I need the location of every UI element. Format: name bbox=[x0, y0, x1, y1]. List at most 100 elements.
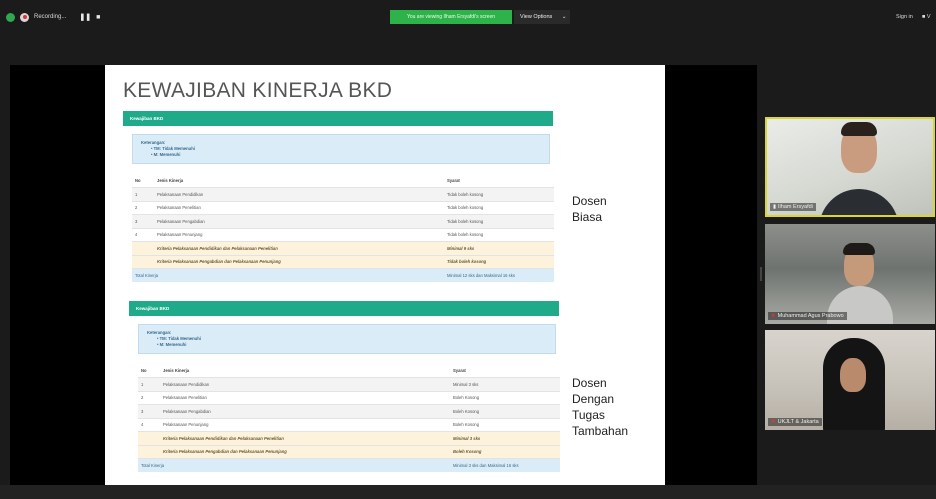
mic-on-icon: ▮ bbox=[773, 204, 777, 210]
side-label-dosen-biasa: Dosen Biasa bbox=[572, 193, 607, 225]
keterangan-box: Keterangan: • TM: Tidak Memenuhi • M: Me… bbox=[132, 134, 550, 164]
view-options-button[interactable]: View Options ⌄ bbox=[514, 10, 570, 24]
cell-no: 1 bbox=[138, 377, 160, 391]
cell-jenis: Pelaksanaan Penunjang bbox=[154, 227, 444, 242]
criteria-row: Kriteria Pelaksanaan Pendidikan dan Pela… bbox=[138, 431, 560, 445]
participant-video-tile[interactable]: ✕ UKJLT & Jakarta bbox=[765, 330, 935, 430]
cell-no: 2 bbox=[132, 200, 154, 215]
cell-no: 2 bbox=[138, 390, 160, 405]
table-row: 3 Pelaksanaan Pengabdian Tidak boleh kos… bbox=[132, 214, 554, 228]
view-options-label: View Options bbox=[520, 14, 553, 20]
panel-header: Kewajiban BKD bbox=[123, 111, 553, 126]
bkd-panel-dosen-biasa: Kewajiban BKD Keterangan: • TM: Tidak Me… bbox=[123, 111, 554, 282]
panel-resize-handle[interactable] bbox=[760, 267, 762, 281]
participant-name-tag: ▮ Ilham Ersyafdi bbox=[770, 203, 816, 211]
column-header-no: No bbox=[141, 368, 147, 373]
cell-jenis: Pelaksanaan Pengabdian bbox=[154, 214, 444, 228]
total-row: Total Kinerja Minimal 3 sks dan Maksimal… bbox=[138, 458, 560, 472]
view-chip[interactable]: ■ V bbox=[922, 14, 931, 20]
participant-video-tile[interactable]: ✕ Muhammad Agus Prabowo bbox=[765, 224, 935, 324]
total-label: Total Kinerja bbox=[138, 458, 450, 472]
participant-name-tag: ✕ Muhammad Agus Prabowo bbox=[768, 312, 847, 320]
side-label-line: Tugas bbox=[572, 408, 605, 422]
cell-jenis: Pelaksanaan Penunjang bbox=[160, 417, 450, 432]
participant-face bbox=[840, 358, 866, 392]
keterangan-item: • M: Memenuhi bbox=[151, 152, 181, 157]
keterangan-item: • M: Memenuhi bbox=[157, 342, 187, 347]
mic-muted-icon: ✕ bbox=[771, 419, 776, 425]
table-row: 4 Pelaksanaan Penunjang Boleh Kosong bbox=[138, 417, 560, 432]
recording-indicator: Recording... ❚❚ ■ bbox=[6, 10, 100, 24]
cell-jenis: Pelaksanaan Pendidikan bbox=[154, 187, 444, 201]
cell-syarat: Tidak boleh kosong bbox=[444, 227, 554, 242]
column-header-syarat: Syarat bbox=[447, 178, 460, 183]
meeting-top-bar: Recording... ❚❚ ■ You are viewing Ilham … bbox=[0, 0, 936, 28]
sign-in-link[interactable]: Sign in bbox=[896, 14, 913, 20]
table-row: 4 Pelaksanaan Penunjang Tidak boleh koso… bbox=[132, 227, 554, 242]
security-shield-icon[interactable] bbox=[6, 12, 15, 22]
cell-no bbox=[132, 254, 154, 269]
participant-name: UKJLT & Jakarta bbox=[777, 419, 819, 425]
participant-name: Ilham Ersyafdi bbox=[778, 204, 813, 210]
cell-jenis: Pelaksanaan Penelitian bbox=[160, 390, 450, 405]
cell-syarat: Tidak boleh kosong bbox=[444, 214, 554, 228]
table-header-row: No Jenis Kinerja Syarat bbox=[132, 174, 554, 188]
cell-syarat: Boleh Kosong bbox=[450, 417, 560, 432]
shared-slide: KEWAJIBAN KINERJA BKD Kewajiban BKD Kete… bbox=[105, 65, 665, 485]
cell-syarat: Boleh Kosong bbox=[450, 390, 560, 405]
slide-title: KEWAJIBAN KINERJA BKD bbox=[123, 79, 393, 102]
total-value: Minimal 3 sks dan Maksimal 16 sks bbox=[450, 458, 560, 472]
pause-recording-button[interactable]: ❚❚ bbox=[79, 13, 91, 21]
participant-video-tile[interactable]: ▮ Ilham Ersyafdi bbox=[765, 117, 935, 217]
column-header-jenis: Jenis Kinerja bbox=[157, 178, 184, 183]
column-header-jenis: Jenis Kinerja bbox=[163, 368, 190, 373]
table-row: 1 Pelaksanaan Pendidikan Tidak boleh kos… bbox=[132, 187, 554, 201]
zoom-window: Recording... ❚❚ ■ You are viewing Ilham … bbox=[0, 0, 936, 499]
table-row: 1 Pelaksanaan Pendidikan Minimal 3 sks bbox=[138, 377, 560, 391]
cell-jenis: Pelaksanaan Pendidikan bbox=[160, 377, 450, 391]
cell-syarat: Tidak boleh kosong bbox=[444, 187, 554, 201]
cell-no bbox=[132, 241, 154, 255]
table-row: 2 Pelaksanaan Penelitian Boleh Kosong bbox=[138, 390, 560, 405]
table-row: 3 Pelaksanaan Pengabdian Boleh Kosong bbox=[138, 404, 560, 418]
cell-jenis: Kriteria Pelaksanaan Pengabdian dan Pela… bbox=[154, 254, 444, 269]
bkd-panel-dosen-tugas-tambahan: Kewajiban BKD Keterangan: • TM: Tidak Me… bbox=[129, 301, 560, 472]
cell-jenis: Pelaksanaan Pengabdian bbox=[160, 404, 450, 418]
side-label-line: Biasa bbox=[572, 210, 603, 224]
cell-no bbox=[138, 431, 160, 445]
mic-muted-icon: ✕ bbox=[771, 313, 776, 319]
criteria-row: Kriteria Pelaksanaan Pendidikan dan Pela… bbox=[132, 241, 554, 255]
side-label-line: Dengan bbox=[572, 392, 615, 406]
cell-no: 4 bbox=[138, 417, 160, 432]
criteria-row: Kriteria Pelaksanaan Pengabdian dan Pela… bbox=[138, 444, 560, 459]
cell-no: 1 bbox=[132, 187, 154, 201]
recording-label: Recording... bbox=[34, 14, 67, 20]
table-row: 2 Pelaksanaan Penelitian Tidak boleh kos… bbox=[132, 200, 554, 215]
cell-syarat: Tidak boleh kosong bbox=[444, 254, 554, 269]
cell-syarat: Minimal 3 sks bbox=[450, 431, 560, 445]
participant-name-tag: ✕ UKJLT & Jakarta bbox=[768, 418, 822, 426]
record-icon bbox=[20, 12, 29, 22]
cell-syarat: Boleh Kosong bbox=[450, 404, 560, 418]
side-label-line: Dosen bbox=[572, 194, 607, 208]
table-header-row: No Jenis Kinerja Syarat bbox=[138, 364, 560, 378]
cell-syarat: Boleh Kosong bbox=[450, 444, 560, 459]
viewing-screen-banner: You are viewing Ilham Ersyafdi's screen bbox=[390, 10, 512, 24]
column-header-no: No bbox=[135, 178, 141, 183]
criteria-row: Kriteria Pelaksanaan Pengabdian dan Pela… bbox=[132, 254, 554, 269]
chevron-down-icon: ⌄ bbox=[561, 14, 567, 20]
participant-hair bbox=[843, 243, 875, 255]
stop-recording-button[interactable]: ■ bbox=[96, 14, 100, 21]
cell-jenis: Kriteria Pelaksanaan Pengabdian dan Pela… bbox=[160, 444, 450, 459]
column-header-syarat: Syarat bbox=[453, 368, 466, 373]
total-label: Total Kinerja bbox=[132, 268, 444, 282]
side-label-dosen-tugas-tambahan: Dosen Dengan Tugas Tambahan bbox=[572, 375, 628, 439]
cell-syarat: Tidak boleh kosong bbox=[444, 200, 554, 215]
meeting-bottom-bar bbox=[0, 485, 936, 499]
side-label-line: Tambahan bbox=[572, 424, 629, 438]
cell-jenis: Kriteria Pelaksanaan Pendidikan dan Pela… bbox=[154, 241, 444, 255]
cell-syarat: Minimal 9 sks bbox=[444, 241, 554, 255]
total-value: Minimal 12 sks dan Maksimal 16 sks bbox=[444, 268, 554, 282]
kinerja-table: No Jenis Kinerja Syarat 1 Pelaksanaan Pe… bbox=[132, 174, 554, 282]
kinerja-table: No Jenis Kinerja Syarat 1 Pelaksanaan Pe… bbox=[138, 364, 560, 472]
